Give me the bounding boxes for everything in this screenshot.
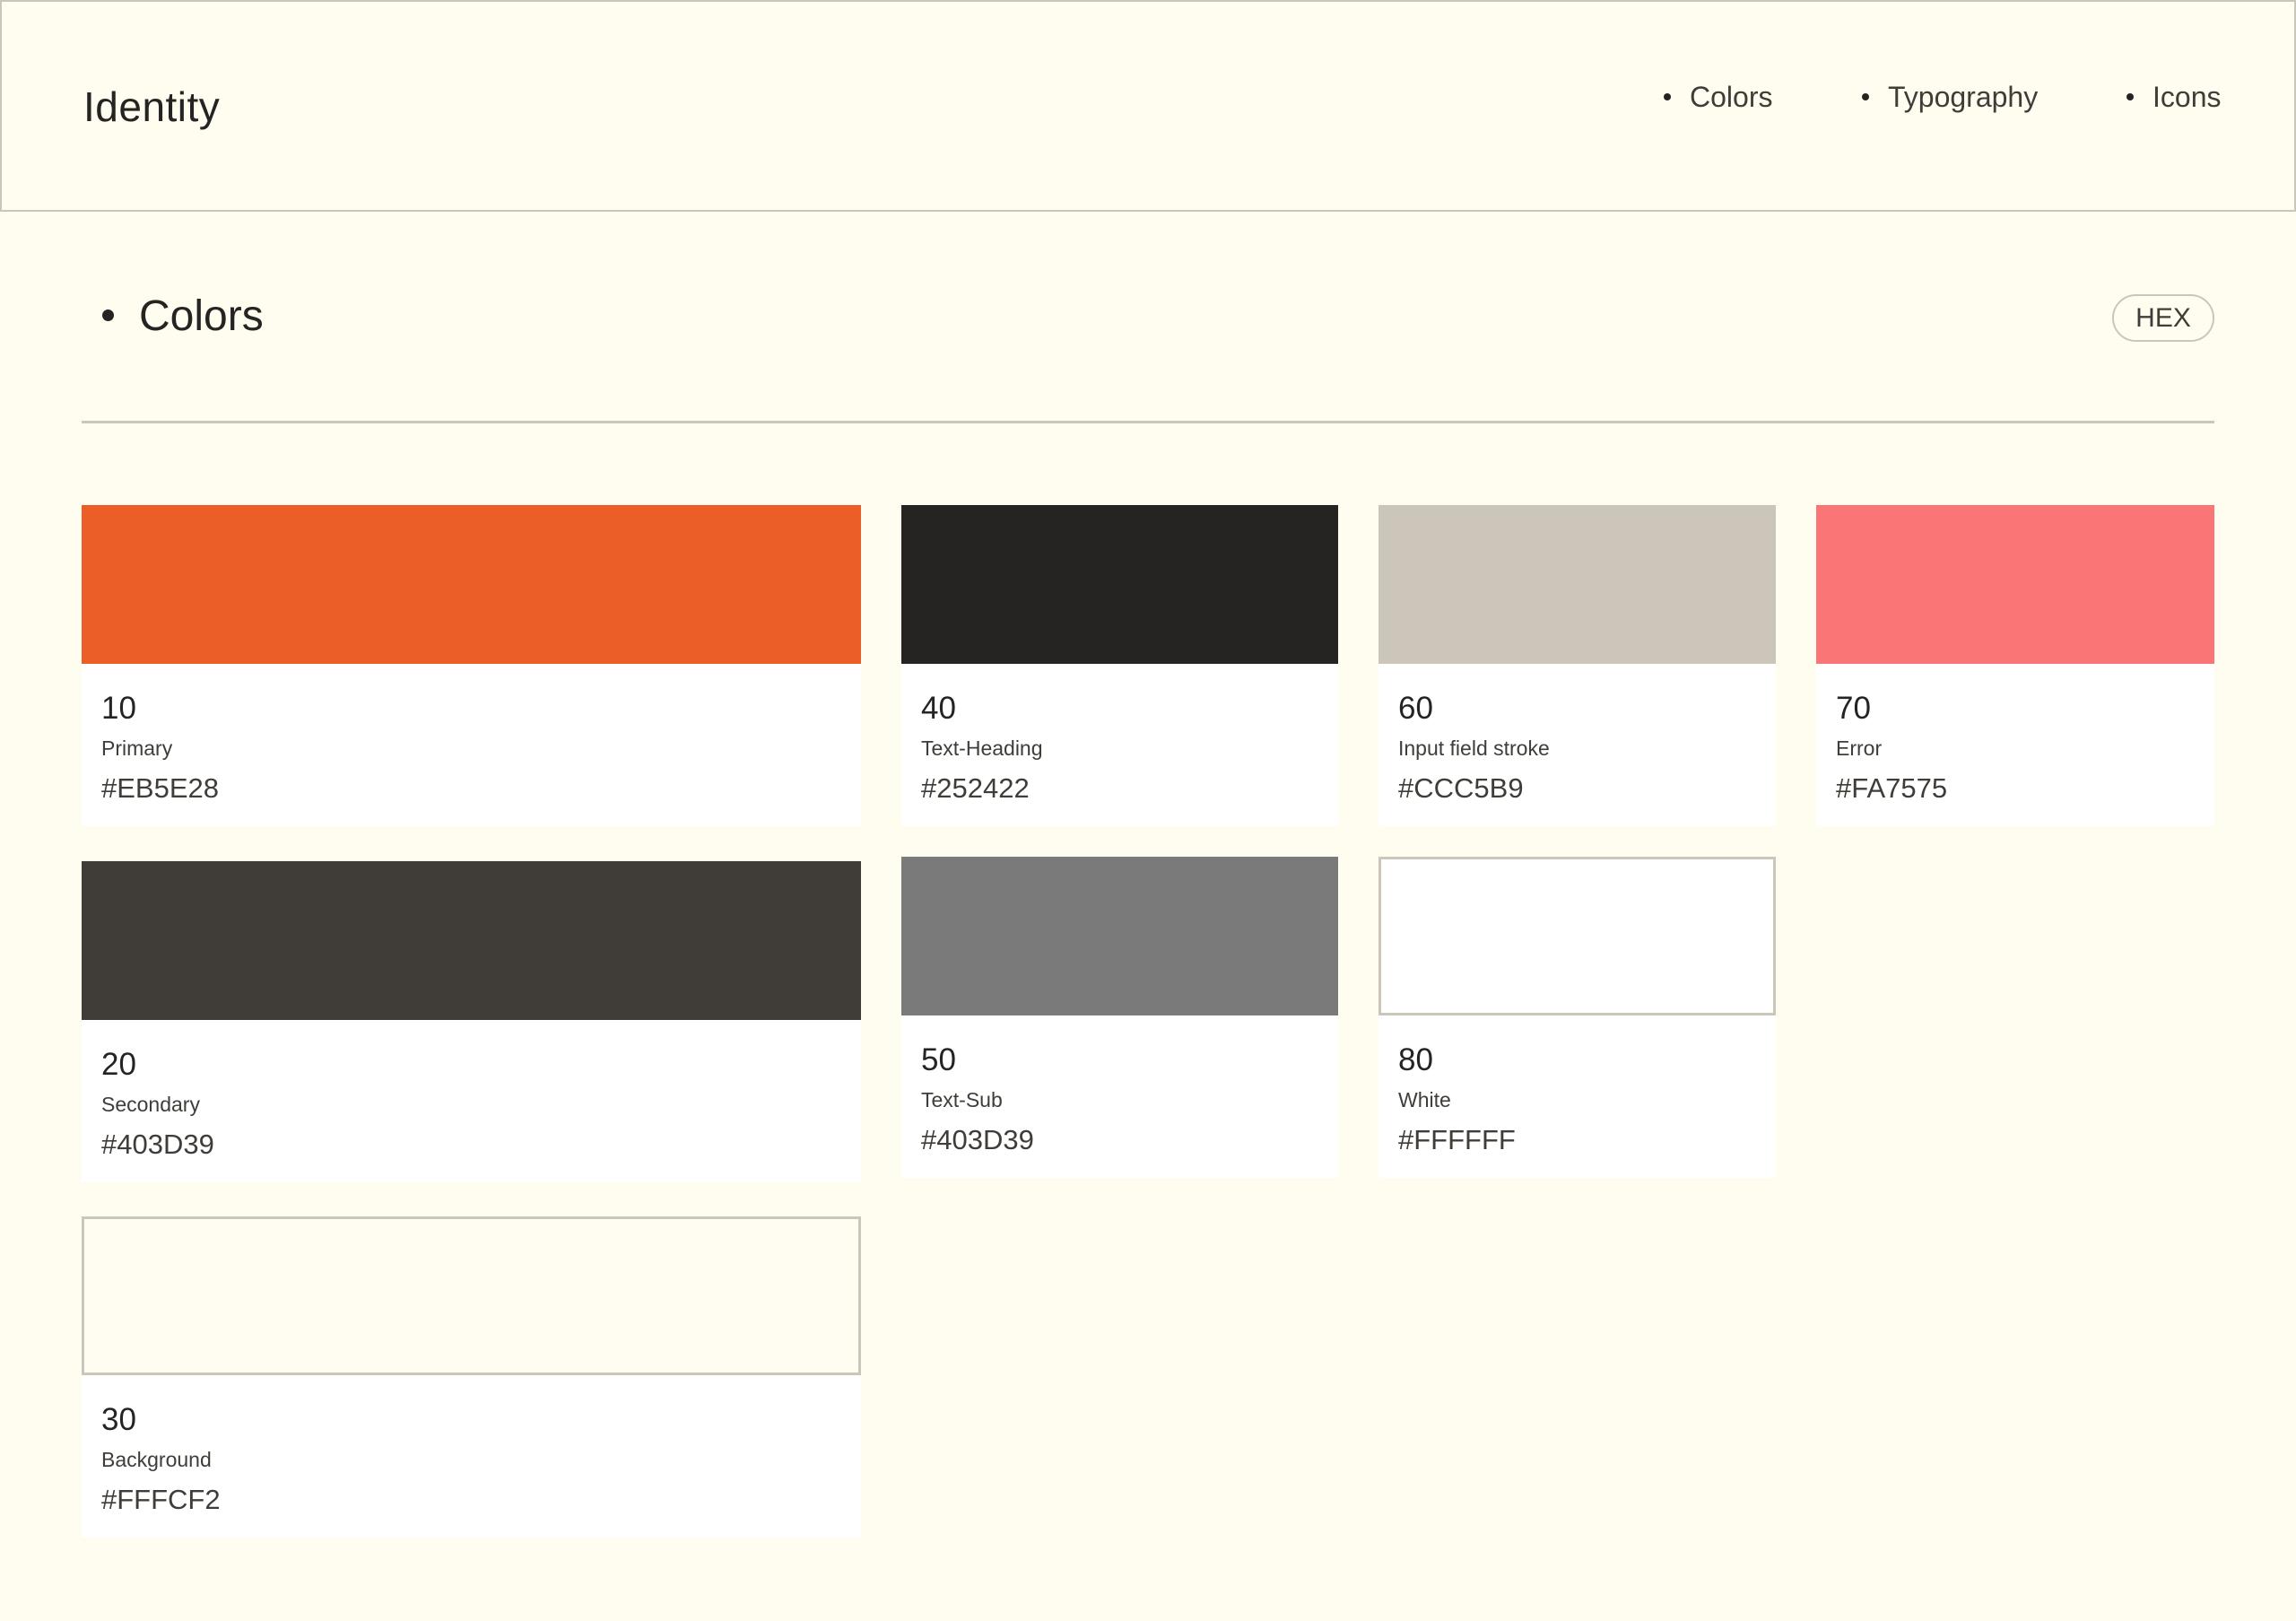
color-swatch (82, 861, 861, 1020)
nav-item-label: Icons (2152, 81, 2222, 113)
nav-item-typography[interactable]: Typography (1862, 81, 2038, 114)
color-number: 20 (101, 1047, 136, 1082)
hex-format-button[interactable]: HEX (2112, 294, 2214, 342)
color-hex: #403D39 (921, 1124, 1034, 1155)
nav-item-colors[interactable]: Colors (1664, 81, 1772, 114)
color-card-text-sub[interactable]: 50 Text-Sub #403D39 (901, 857, 1338, 1178)
color-hex: #FA7575 (1836, 772, 1948, 804)
top-header: Identity Colors Typography Icons (0, 0, 2296, 212)
color-card-text-heading[interactable]: 40 Text-Heading #252422 (901, 505, 1338, 826)
color-name: White (1398, 1088, 1451, 1111)
color-card-primary[interactable]: 10 Primary #EB5E28 (82, 505, 861, 826)
color-name: Background (101, 1448, 212, 1471)
color-card-error[interactable]: 70 Error #FA7575 (1816, 505, 2214, 826)
color-number: 30 (101, 1402, 136, 1437)
bullet-icon (102, 309, 114, 321)
nav-item-label: Colors (1690, 81, 1773, 113)
bullet-icon (1664, 92, 1671, 100)
color-hex: #403D39 (101, 1129, 214, 1160)
color-hex: #FFFCF2 (101, 1484, 221, 1515)
section-divider (82, 421, 2214, 423)
color-swatch (82, 1216, 861, 1375)
color-swatch (82, 505, 861, 664)
color-name: Primary (101, 736, 173, 760)
color-number: 40 (921, 691, 956, 726)
nav-item-label: Typography (1888, 81, 2039, 113)
color-swatch (901, 857, 1338, 1015)
color-hex: #FFFFFF (1398, 1124, 1516, 1155)
nav-item-icons[interactable]: Icons (2126, 81, 2221, 114)
color-hex: #CCC5B9 (1398, 772, 1524, 804)
brand-title: Identity (83, 83, 221, 130)
color-hex: #252422 (921, 772, 1030, 804)
color-number: 80 (1398, 1042, 1433, 1077)
color-swatch (901, 505, 1338, 664)
color-card-white[interactable]: 80 White #FFFFFF (1378, 857, 1776, 1178)
color-swatch (1378, 857, 1776, 1015)
bullet-icon (2126, 92, 2134, 100)
color-name: Error (1836, 736, 1883, 760)
color-name: Secondary (101, 1093, 200, 1116)
color-card-secondary[interactable]: 20 Secondary #403D39 (82, 861, 861, 1182)
color-name: Input field stroke (1398, 736, 1550, 760)
color-number: 70 (1836, 691, 1871, 726)
bullet-icon (1862, 92, 1869, 100)
color-card-input-field-stroke[interactable]: 60 Input field stroke #CCC5B9 (1378, 505, 1776, 826)
color-number: 60 (1398, 691, 1433, 726)
color-card-background[interactable]: 30 Background #FFFCF2 (82, 1216, 861, 1538)
section-title-label: Colors (139, 292, 264, 340)
color-swatch (1816, 505, 2214, 664)
color-name: Text-Sub (921, 1088, 1003, 1111)
color-number: 10 (101, 691, 136, 726)
color-name: Text-Heading (921, 736, 1043, 760)
color-number: 50 (921, 1042, 956, 1077)
section-title: Colors (102, 292, 264, 341)
color-hex: #EB5E28 (101, 772, 219, 804)
color-swatch (1378, 505, 1776, 664)
